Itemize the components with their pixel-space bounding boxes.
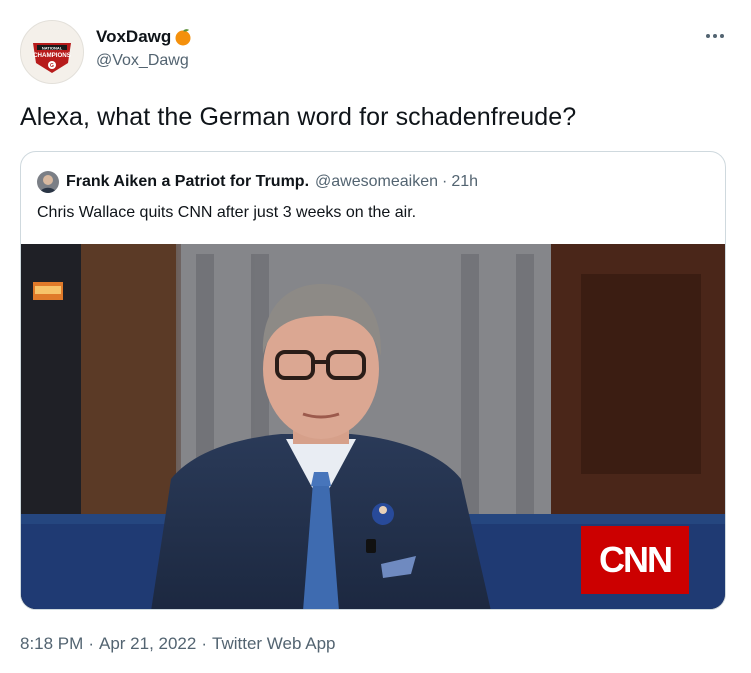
quoted-tweet-header: Frank Aiken a Patriot for Trump. @awesom… [37, 171, 478, 193]
tweet-time[interactable]: 8:18 PM [20, 634, 83, 654]
author-handle[interactable]: @Vox_Dawg [96, 52, 189, 70]
cnn-logo-text: CNN [599, 539, 671, 580]
tweet-meta: 8:18 PM · Apr 21, 2022 · Twitter Web App [20, 634, 335, 654]
cnn-logo: CNN [581, 526, 689, 594]
tweet-date[interactable]: Apr 21, 2022 [99, 634, 196, 654]
quoted-time: 21h [451, 173, 479, 190]
meta-separator: · [88, 634, 94, 653]
tweet-text: Alexa, what the German word for schadenf… [20, 103, 577, 131]
author-display-name[interactable]: VoxDawg [96, 27, 171, 47]
quoted-text: Chris Wallace quits CNN after just 3 wee… [37, 204, 417, 221]
quoted-separator: · [441, 173, 448, 190]
avatar-badge-line1: NATIONAL [42, 45, 63, 50]
meta-separator: · [201, 634, 208, 653]
tweet-source[interactable]: Twitter Web App [212, 634, 335, 654]
quoted-tweet[interactable]: Frank Aiken a Patriot for Trump. @awesom… [20, 151, 726, 610]
author-avatar[interactable]: NATIONAL CHAMPIONS G [20, 20, 84, 84]
quoted-media-image[interactable]: CNN [21, 244, 725, 609]
svg-text:G: G [50, 63, 54, 69]
quoted-display-name: Frank Aiken a Patriot for Trump. [66, 173, 310, 190]
quoted-author-avatar [37, 171, 59, 193]
avatar-badge-line2: CHAMPIONS [33, 52, 71, 59]
author-name-row: VoxDawg [96, 27, 193, 47]
orange-emoji-icon [175, 29, 191, 46]
quoted-handle: @awesomeaiken [315, 173, 438, 190]
more-icon[interactable] [700, 26, 730, 46]
